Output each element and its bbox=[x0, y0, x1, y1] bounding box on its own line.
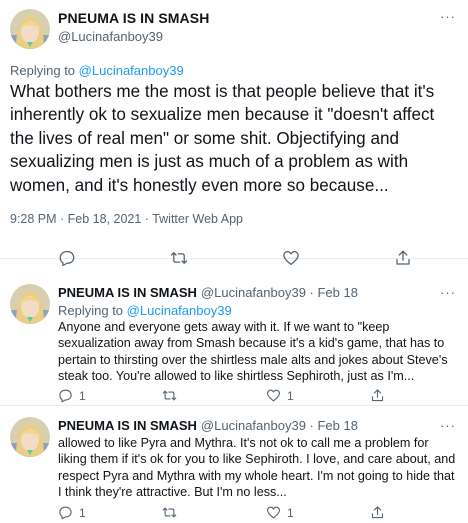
avatar-image bbox=[10, 9, 50, 49]
replying-prefix: Replying to bbox=[58, 303, 124, 318]
tweet-text: allowed to like Pyra and Mythra. It's no… bbox=[58, 436, 456, 500]
replying-to-link[interactable]: @Lucinafanboy39 bbox=[79, 63, 184, 78]
heart-icon bbox=[283, 250, 299, 266]
replying-to: Replying to @Lucinafanboy39 bbox=[10, 63, 184, 78]
handle-and-date[interactable]: @Lucinafanboy39 · Feb 18 bbox=[201, 418, 358, 433]
retweet-icon bbox=[170, 252, 188, 264]
reply-header: PNEUMA IS IN SMASH @Lucinafanboy39 · Feb … bbox=[58, 285, 358, 300]
avatar-image bbox=[10, 417, 50, 457]
like-button[interactable]: 1 bbox=[266, 505, 370, 520]
like-count: 1 bbox=[287, 505, 294, 520]
share-icon bbox=[396, 250, 410, 265]
reply-icon bbox=[59, 389, 72, 403]
tweet-actions bbox=[58, 249, 412, 267]
reply-tweet[interactable]: PNEUMA IS IN SMASH @Lucinafanboy39 · Feb … bbox=[0, 274, 468, 406]
handle-and-date[interactable]: @Lucinafanboy39 · Feb 18 bbox=[201, 285, 358, 300]
retweet-button[interactable] bbox=[170, 249, 282, 267]
share-button[interactable] bbox=[370, 388, 385, 403]
reply-tweet[interactable]: PNEUMA IS IN SMASH @Lucinafanboy39 · Feb … bbox=[0, 407, 468, 523]
reply-button[interactable]: 1 bbox=[58, 505, 162, 520]
replying-to-link[interactable]: @Lucinafanboy39 bbox=[127, 303, 232, 318]
retweet-icon bbox=[162, 507, 177, 518]
reply-count: 1 bbox=[79, 388, 86, 403]
more-options-icon[interactable]: ··· bbox=[440, 10, 456, 23]
share-button[interactable] bbox=[370, 505, 385, 520]
like-button[interactable] bbox=[282, 249, 394, 267]
heart-icon bbox=[267, 389, 280, 402]
tweet-text: What bothers me the most is that people … bbox=[10, 82, 435, 195]
avatar-image bbox=[10, 284, 50, 324]
reply-button[interactable] bbox=[58, 249, 170, 267]
user-handle[interactable]: @Lucinafanboy39 bbox=[58, 29, 163, 44]
replying-prefix: Replying to bbox=[10, 63, 76, 78]
like-button[interactable]: 1 bbox=[266, 388, 370, 403]
main-tweet: PNEUMA IS IN SMASH @Lucinafanboy39 ··· R… bbox=[0, 0, 468, 267]
more-options-icon[interactable]: ··· bbox=[440, 286, 456, 299]
reply-button[interactable]: 1 bbox=[58, 388, 162, 403]
display-name[interactable]: PNEUMA IS IN SMASH bbox=[58, 418, 197, 433]
avatar[interactable] bbox=[10, 284, 50, 324]
display-name[interactable]: PNEUMA IS IN SMASH bbox=[58, 285, 197, 300]
avatar[interactable] bbox=[10, 417, 50, 457]
reply-header: PNEUMA IS IN SMASH @Lucinafanboy39 · Feb … bbox=[58, 418, 358, 433]
heart-icon bbox=[267, 506, 280, 519]
avatar[interactable] bbox=[10, 9, 50, 49]
reply-icon bbox=[59, 506, 72, 520]
more-options-icon[interactable]: ··· bbox=[440, 419, 456, 432]
retweet-button[interactable] bbox=[162, 505, 266, 520]
tweet-actions: 1 1 bbox=[58, 505, 385, 520]
share-icon bbox=[371, 389, 384, 402]
share-icon bbox=[371, 506, 384, 519]
tweet-actions: 1 1 bbox=[58, 388, 385, 403]
reply-count: 1 bbox=[79, 505, 86, 520]
display-name[interactable]: PNEUMA IS IN SMASH bbox=[58, 10, 209, 26]
reply-icon bbox=[59, 250, 75, 267]
replying-to: Replying to @Lucinafanboy39 bbox=[58, 303, 232, 318]
tweet-timestamp[interactable]: 9:28 PM · Feb 18, 2021 · Twitter Web App bbox=[10, 212, 243, 226]
retweet-button[interactable] bbox=[162, 388, 266, 403]
share-button[interactable] bbox=[394, 249, 412, 267]
retweet-icon bbox=[162, 390, 177, 401]
like-count: 1 bbox=[287, 388, 294, 403]
tweet-text: Anyone and everyone gets away with it. I… bbox=[58, 320, 448, 384]
